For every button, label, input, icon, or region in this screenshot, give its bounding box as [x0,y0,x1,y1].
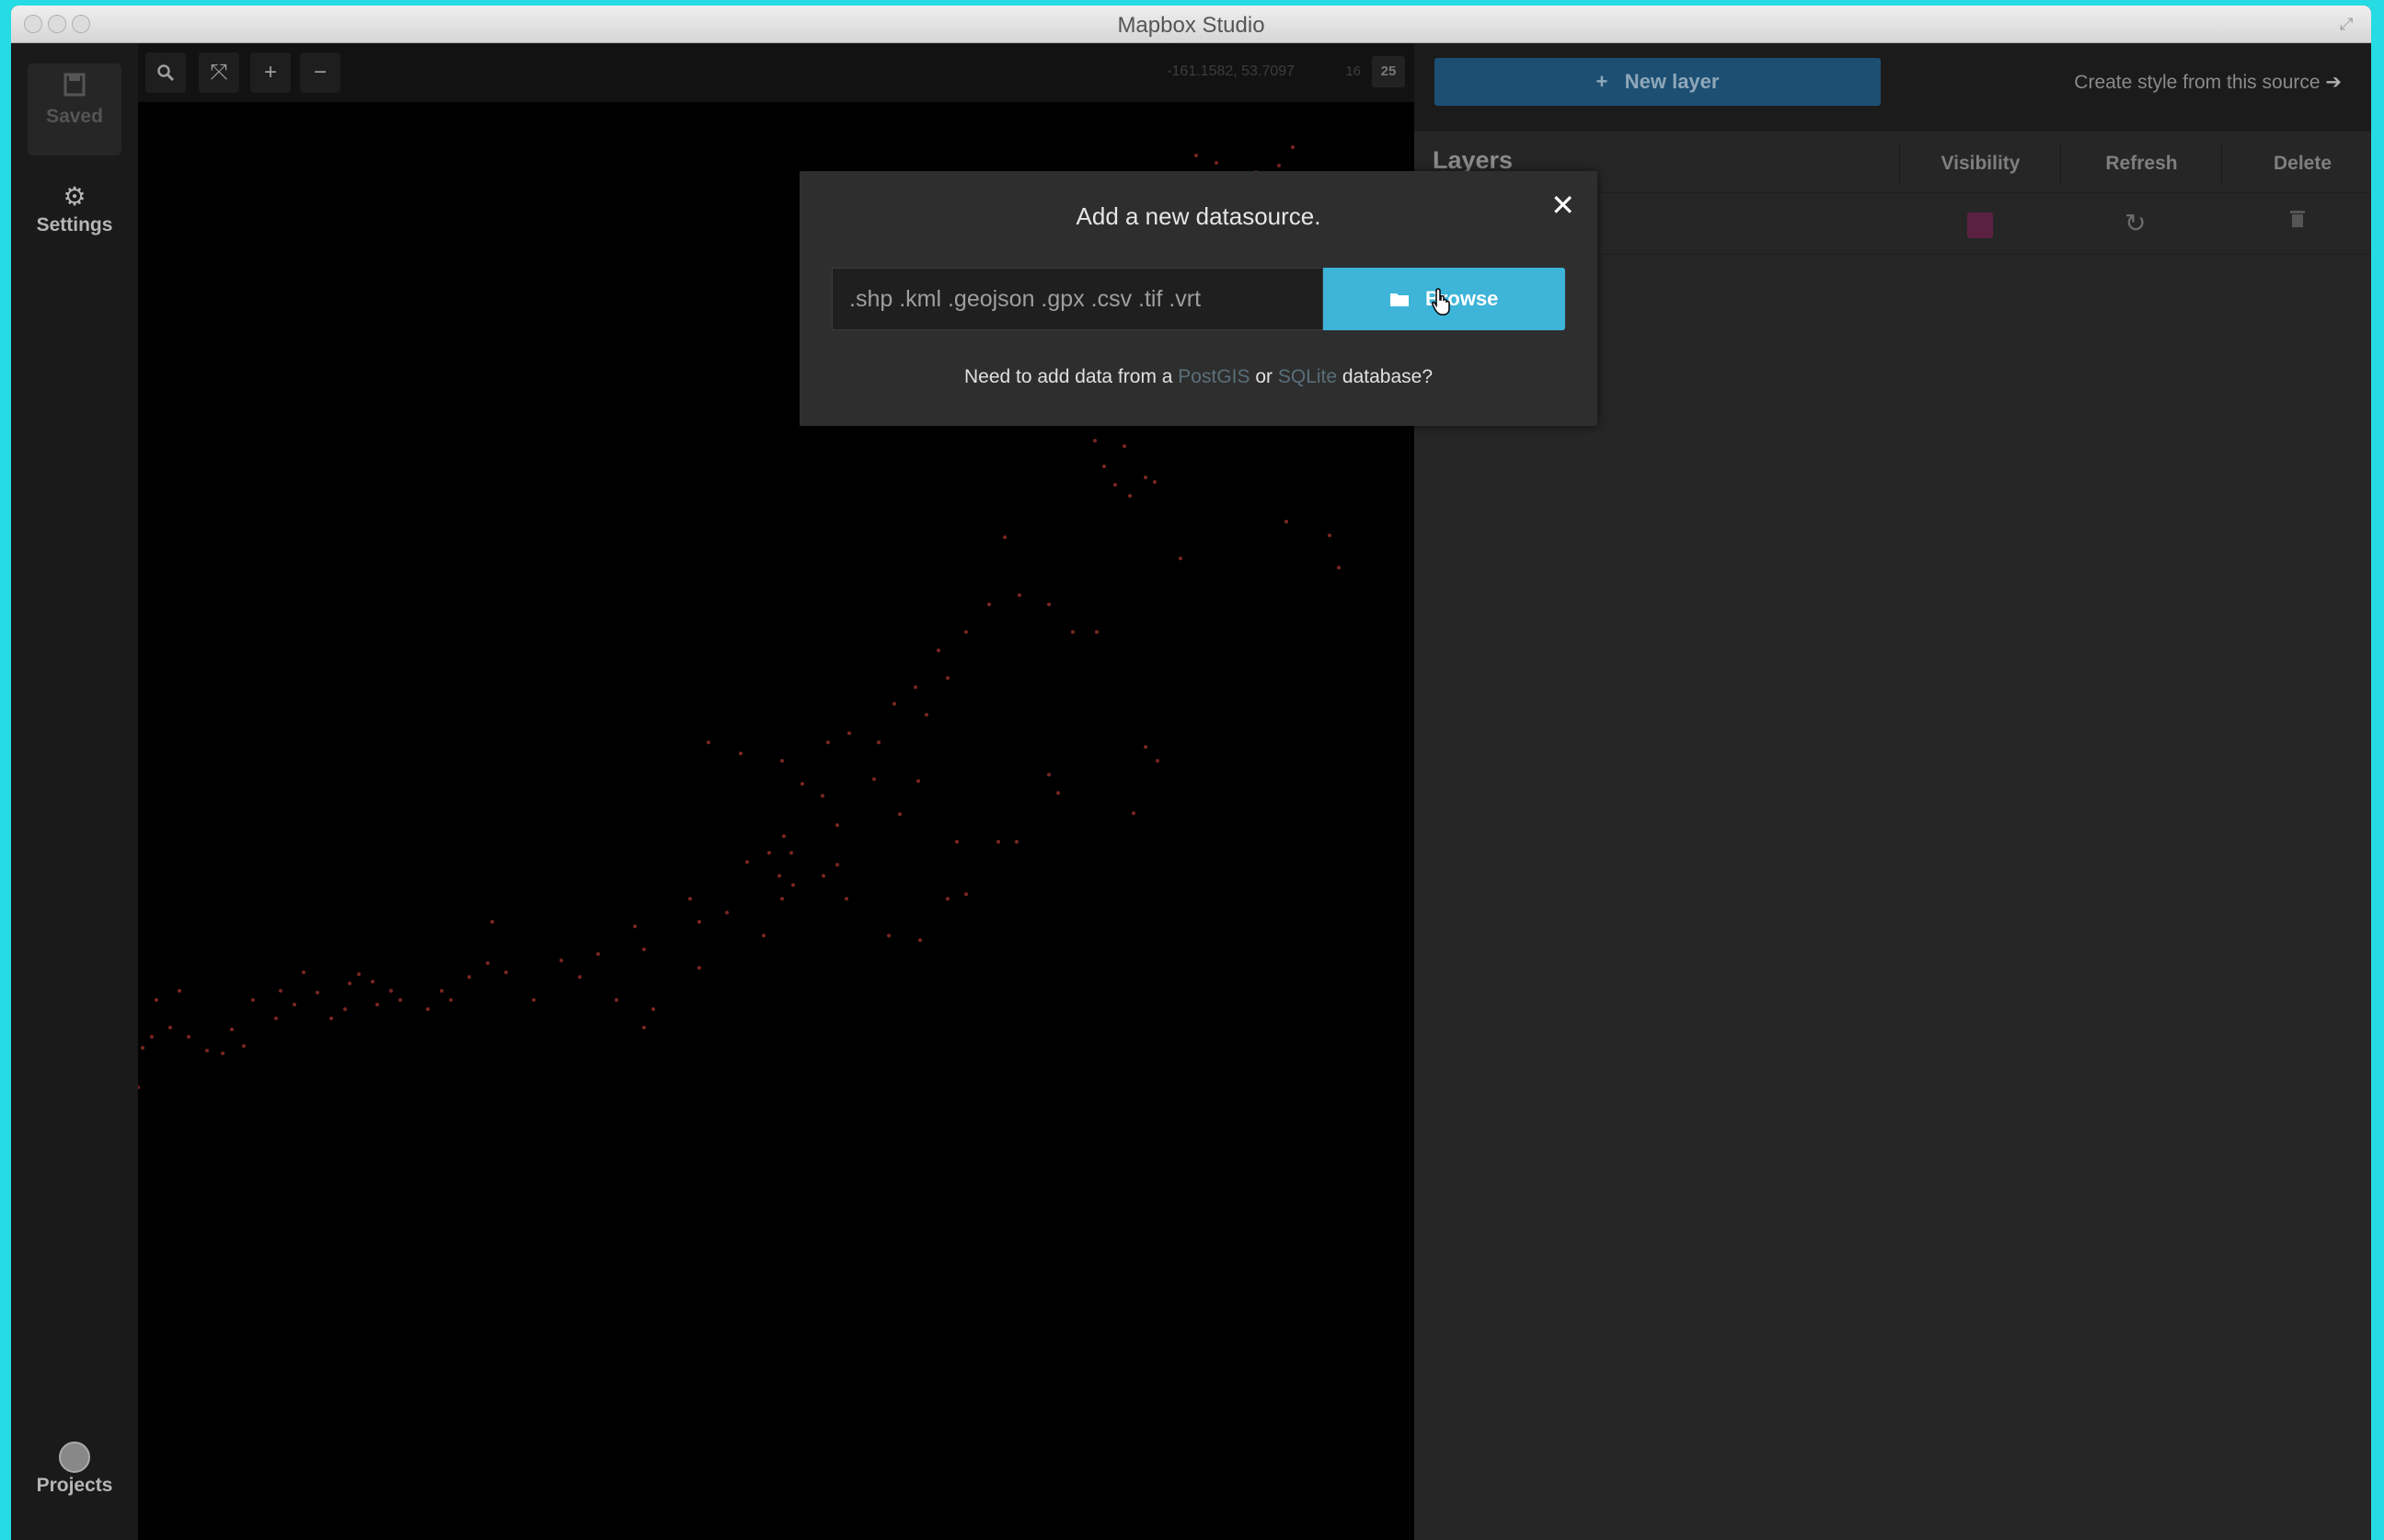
sqlite-link[interactable]: SQLite [1278,366,1337,387]
plus-icon: + [1595,70,1608,93]
settings-label: Settings [36,214,113,236]
fullscreen-icon[interactable]: ⤢ [2340,15,2358,33]
minus-icon: − [313,60,327,85]
postgis-link[interactable]: PostGIS [1178,366,1250,387]
note-or: or [1255,366,1273,387]
close-icon[interactable]: ✕ [1550,188,1575,223]
hand-cursor-icon [1432,288,1450,316]
search-button[interactable] [145,52,186,93]
new-layer-label: New layer [1624,70,1720,93]
coordinate-readout: -161.1582, 53.7097 [1167,63,1295,79]
refresh-icon[interactable]: ↻ [2125,208,2146,238]
visibility-column-header: Visibility [1899,143,2061,185]
zoom-level-current: 25 [1372,56,1405,87]
zoom-in-button[interactable]: + [250,52,291,93]
window-title: Mapbox Studio [1117,13,1265,38]
create-style-link[interactable]: Create style from this source ➔ [2074,71,2342,94]
settings-button[interactable]: ⚙ Settings [28,181,121,236]
save-icon [28,73,121,104]
refresh-column-header: Refresh [2060,143,2222,185]
projects-button[interactable]: Projects [28,1442,121,1497]
panel-toolbar: + New layer Create style from this sourc… [1414,43,2371,132]
gear-icon: ⚙ [63,182,86,211]
expand-icon: ⤧ [210,60,228,85]
folder-icon [1389,287,1414,310]
saved-button[interactable]: Saved [28,63,121,155]
fit-extent-button[interactable]: ⤧ [199,52,239,93]
projects-label: Projects [36,1475,113,1496]
create-style-label: Create style from this source [2074,72,2321,93]
database-note: Need to add data from a PostGIS or SQLit… [800,366,1597,388]
note-suffix: database? [1342,366,1434,387]
datasource-path-input[interactable] [832,268,1323,330]
delete-column-header: Delete [2221,143,2371,185]
dialog-title: Add a new datasource. [1076,202,1321,230]
note-prefix: Need to add data from a [963,366,1173,387]
search-icon [156,63,175,87]
arrow-right-icon: ➔ [2325,72,2342,93]
zoom-out-button[interactable]: − [300,52,340,93]
plus-icon: + [263,60,277,85]
saved-label: Saved [46,106,103,127]
title-bar: Mapbox Studio ⤢ [11,6,2371,43]
avatar [59,1442,90,1473]
trash-icon[interactable] [2289,208,2306,235]
zoom-level-min: 16 [1345,63,1361,79]
map-toolbar: ⤧ + − -161.1582, 53.7097 16 25 [138,43,1414,102]
new-layer-button[interactable]: + New layer [1434,58,1881,106]
add-datasource-dialog: Add a new datasource. ✕ Browse Need to a… [800,171,1597,426]
left-sidebar: Saved ⚙ Settings Projects [11,43,138,1540]
visibility-toggle[interactable] [1967,213,1993,238]
